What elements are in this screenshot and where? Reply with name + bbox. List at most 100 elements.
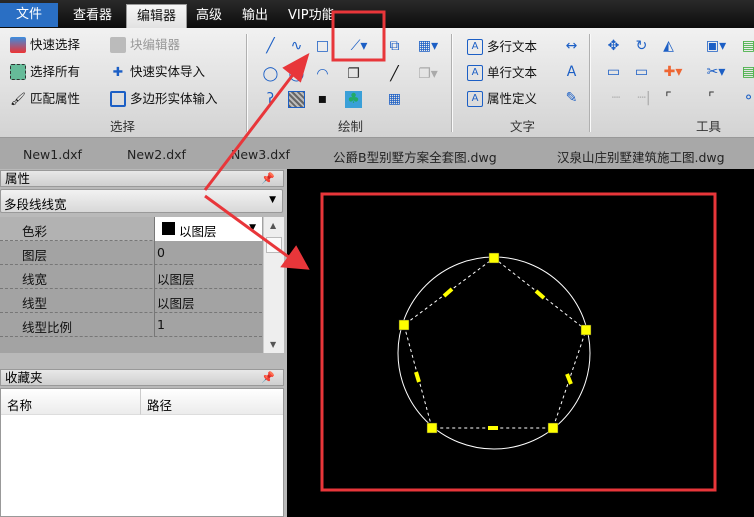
- image-icon[interactable]: ♣: [345, 91, 362, 108]
- select-all-icon: [10, 64, 26, 80]
- menu-viewer[interactable]: 查看器: [63, 4, 122, 28]
- multiline-text-button[interactable]: A 多行文本: [467, 36, 537, 58]
- property-key: 色彩: [22, 224, 48, 239]
- favorites-list: 名称 路径: [0, 388, 284, 517]
- table-icon[interactable]: ▦: [386, 91, 403, 108]
- divider: [451, 34, 452, 132]
- fillet-icon[interactable]: ⌜: [660, 90, 677, 107]
- doc-tab[interactable]: New3.dxf: [231, 147, 290, 162]
- doc-tab[interactable]: New2.dxf: [127, 147, 186, 162]
- scroll-down-icon[interactable]: ▼: [270, 340, 276, 349]
- break-icon: ┈: [611, 90, 621, 106]
- dimension-icon[interactable]: ↔: [563, 38, 580, 55]
- text-style-icon[interactable]: A: [563, 64, 580, 81]
- spline-icon[interactable]: ∿: [288, 38, 305, 55]
- group-label-text: 文字: [510, 119, 536, 134]
- explode-icon[interactable]: ⚬: [740, 90, 754, 107]
- pin-icon[interactable]: 📌: [261, 370, 275, 385]
- property-row[interactable]: 线型比例 1: [0, 313, 262, 337]
- stretch-icon[interactable]: ▭: [605, 64, 622, 81]
- edit-text-icon[interactable]: ✎: [563, 90, 580, 107]
- entity-type-select[interactable]: 多段线线宽 ▼: [0, 189, 283, 213]
- copy-icon[interactable]: ❐: [345, 66, 362, 83]
- line-icon[interactable]: ╱: [262, 38, 279, 55]
- property-value: 1: [157, 317, 165, 332]
- menu-output[interactable]: 输出: [232, 4, 278, 28]
- doc-tab[interactable]: 汉泉山庄别墅建筑施工图.dwg: [557, 147, 725, 166]
- chamfer-icon[interactable]: ⌜: [703, 90, 720, 107]
- label: 单行文本: [487, 65, 538, 80]
- label: 快速实体导入: [130, 64, 206, 79]
- group-icon[interactable]: ▤: [740, 38, 754, 55]
- label: 块编辑器: [130, 37, 181, 52]
- label: 选择所有: [30, 64, 81, 79]
- property-key: 线宽: [22, 272, 48, 287]
- ellipse-icon[interactable]: ◯: [288, 66, 305, 83]
- point-icon[interactable]: ▪: [314, 91, 331, 108]
- block-editor-button[interactable]: 块编辑器: [110, 34, 180, 56]
- brush-icon: 🖌: [10, 91, 26, 106]
- offset-icon[interactable]: ▭: [633, 64, 650, 81]
- circle-icon[interactable]: ◯: [262, 66, 279, 83]
- property-key: 线型: [22, 296, 48, 311]
- panel-title: 属性: [5, 171, 31, 186]
- label: 多行文本: [487, 39, 538, 54]
- menu-editor[interactable]: 编辑器: [126, 4, 188, 28]
- column-header-path[interactable]: 路径: [141, 389, 283, 415]
- pin-icon[interactable]: 📌: [261, 171, 275, 186]
- polygon-entity-input-button[interactable]: 多边形实体输入: [110, 88, 218, 110]
- column-divider: [154, 217, 155, 337]
- scrollbar[interactable]: ▲ ▼: [263, 217, 284, 353]
- color-swatch: [162, 222, 175, 235]
- region-dropdown-icon[interactable]: ▦▾: [416, 38, 440, 55]
- property-row[interactable]: 图层 0: [0, 241, 262, 265]
- label: 多边形实体输入: [130, 91, 218, 106]
- scale-dropdown-icon[interactable]: ▣▾: [703, 38, 729, 55]
- match-properties-button[interactable]: 🖌 匹配属性: [10, 88, 80, 110]
- quick-select-button[interactable]: 快速选择: [10, 34, 80, 56]
- text-icon: A: [467, 39, 483, 55]
- property-key: 线型比例: [22, 320, 73, 335]
- column-header-name[interactable]: 名称: [1, 389, 141, 415]
- color-select[interactable]: 以图层 ▼: [155, 217, 262, 241]
- property-value: 以图层: [179, 224, 217, 239]
- doc-tab[interactable]: New1.dxf: [23, 147, 82, 162]
- text-icon: A: [467, 65, 483, 81]
- property-row[interactable]: 色彩 以图层 ▼: [0, 217, 262, 241]
- divider: [246, 34, 247, 132]
- attribute-icon: A: [467, 91, 483, 107]
- block-icon: [110, 37, 126, 53]
- ungroup-icon[interactable]: ▤: [740, 64, 754, 81]
- curve-icon[interactable]: ʔ: [262, 91, 279, 108]
- scroll-thumb[interactable]: [266, 237, 282, 253]
- single-line-text-button[interactable]: A 单行文本: [467, 62, 537, 84]
- hatch-icon[interactable]: [288, 91, 305, 108]
- group-label-select: 选择: [110, 119, 136, 134]
- menu-advanced[interactable]: 高级: [186, 4, 232, 28]
- move-icon[interactable]: ✥: [605, 38, 622, 55]
- doc-tab[interactable]: 公爵B型别墅方案全套图.dwg: [333, 147, 497, 166]
- paint-dropdown-icon[interactable]: ✚▾: [660, 64, 686, 81]
- drawing-canvas[interactable]: [287, 169, 754, 517]
- plus-icon: ✚: [112, 64, 124, 79]
- property-row[interactable]: 线宽 以图层: [0, 265, 262, 289]
- rectangle-icon[interactable]: □: [314, 38, 331, 55]
- polyline-dropdown-icon[interactable]: ⟋▾: [345, 38, 373, 55]
- trim-dropdown-icon[interactable]: ✂▾: [703, 64, 729, 81]
- menu-vip[interactable]: VIP功能: [278, 4, 345, 28]
- label: 匹配属性: [30, 91, 81, 106]
- favorites-header: 收藏夹 📌: [0, 369, 284, 386]
- attribute-define-button[interactable]: A 属性定义: [467, 88, 537, 110]
- mirror-icon[interactable]: ◭: [660, 38, 677, 55]
- pen-icon[interactable]: ╱: [386, 66, 403, 83]
- insert-block-icon[interactable]: ⧉: [386, 38, 403, 55]
- property-key: 图层: [22, 248, 48, 263]
- arc-icon[interactable]: ◠: [314, 66, 331, 83]
- select-all-button[interactable]: 选择所有: [10, 61, 80, 83]
- quick-entity-import-button[interactable]: ✚ 快速实体导入: [110, 61, 205, 83]
- document-tabs: New1.dxf New2.dxf New3.dxf 公爵B型别墅方案全套图.d…: [0, 138, 754, 169]
- rotate-icon[interactable]: ↻: [633, 38, 650, 55]
- property-row[interactable]: 线型 以图层: [0, 289, 262, 313]
- menu-file[interactable]: 文件: [0, 3, 58, 27]
- scroll-up-icon[interactable]: ▲: [270, 221, 276, 230]
